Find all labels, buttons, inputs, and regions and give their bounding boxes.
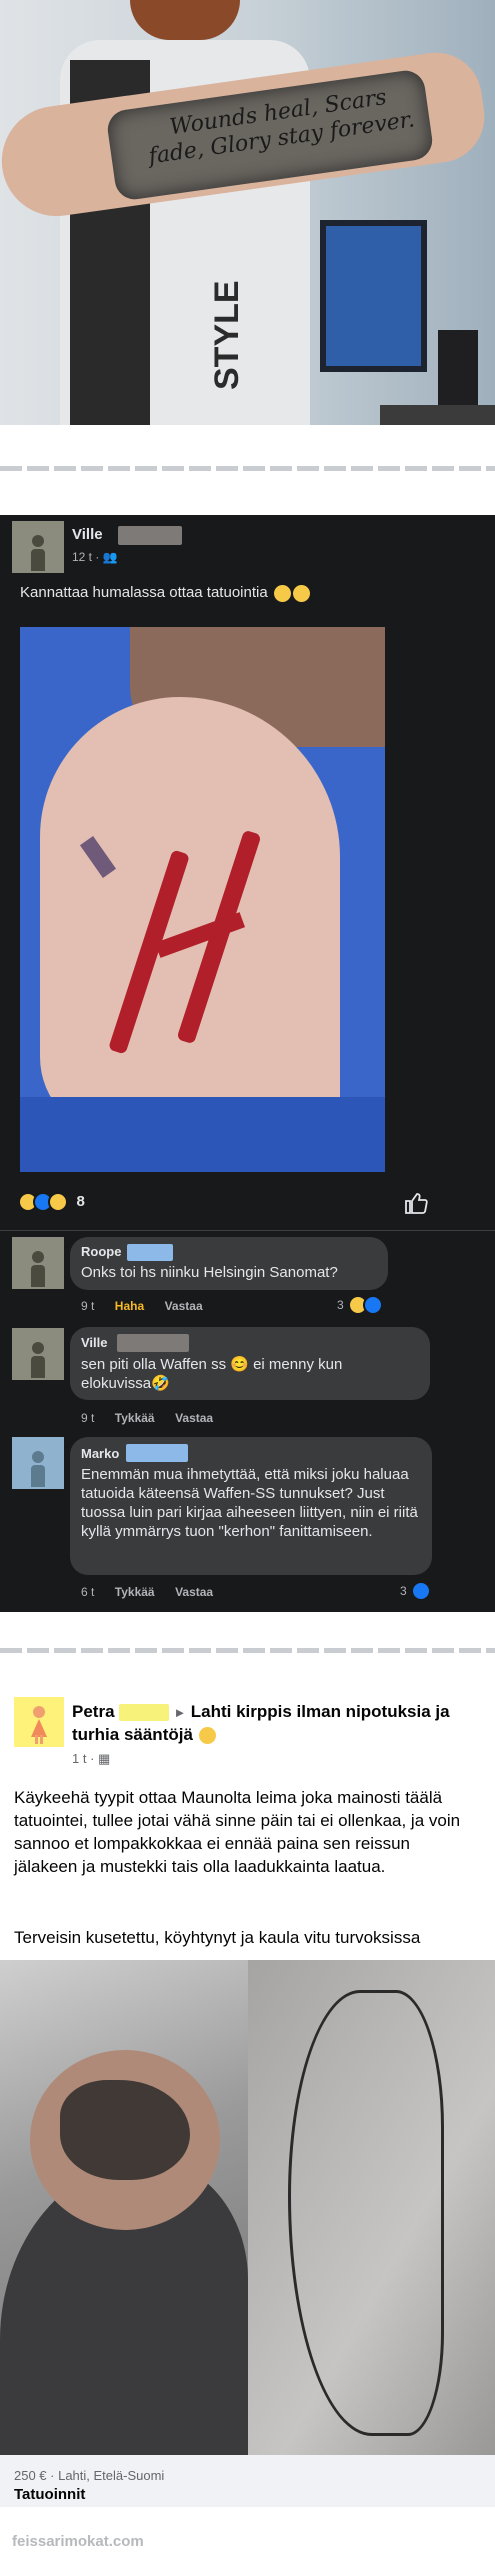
comment-time: 9 t: [81, 1411, 95, 1425]
redacted-name: [118, 526, 182, 545]
comment-time: 9 t: [81, 1299, 95, 1313]
redacted-name: [127, 1244, 173, 1261]
comment-actions: 9 t Tykkää Vastaa: [81, 1409, 213, 1427]
like-button[interactable]: Tykkää: [115, 1411, 155, 1425]
redacted-name: [126, 1444, 188, 1462]
commenter-name[interactable]: Marko: [81, 1446, 119, 1461]
comment-reactions[interactable]: 3: [400, 1581, 432, 1601]
desk: [380, 405, 495, 425]
comment-reactions[interactable]: 3: [337, 1295, 384, 1315]
marketplace-icon: · ▦: [90, 1751, 111, 1766]
post-time: 12 t · 👥: [72, 550, 118, 564]
reaction-count: 8: [76, 1193, 85, 1211]
neck-tattoo-photo[interactable]: [0, 1960, 248, 2455]
female-avatar-icon: [31, 1706, 47, 1744]
reactions-summary[interactable]: 8: [18, 1192, 85, 1212]
post-text: Käykeehä tyypit ottaa Maunolta leima jok…: [14, 1788, 461, 1876]
like-reaction-icon: [411, 1581, 432, 1601]
like-thumb-icon[interactable]: [404, 1192, 428, 1214]
commenter-name[interactable]: Ville: [81, 1335, 108, 1350]
friends-icon: · 👥: [95, 550, 118, 564]
avatar[interactable]: [12, 521, 64, 573]
emoji-icon: [292, 584, 310, 602]
comment-actions: 9 t Haha Vastaa: [81, 1297, 203, 1315]
shirt-print: STYLE: [208, 280, 246, 390]
comment-text: Onks toi hs niinku Helsingin Sanomat?: [81, 1264, 338, 1281]
redacted-name: [117, 1334, 189, 1352]
post-author-name[interactable]: Petra: [72, 1702, 115, 1721]
shoulder-skin: [40, 697, 340, 1137]
comment-actions: 6 t Tykkää Vastaa: [81, 1583, 213, 1601]
commenter-name[interactable]: Roope: [81, 1244, 121, 1259]
post-time-text: 12 t: [72, 550, 93, 564]
post-text: Terveisin kusetettu, köyhtynyt ja kaula …: [14, 1928, 421, 1947]
wow-reaction-icon: [48, 1192, 68, 1212]
post-time: 1 t · ▦: [72, 1751, 110, 1767]
blue-shirt: [20, 1097, 385, 1172]
post-text: Kannattaa humalassa ottaa tatuointia: [20, 584, 310, 602]
watermark: feissarimokat.com: [12, 2533, 144, 2550]
redacted-name: [118, 1704, 169, 1722]
reply-button[interactable]: Vastaa: [175, 1585, 213, 1599]
arrow-right-icon: ►: [173, 1705, 187, 1720]
comment-text: Enemmän mua ihmetyttää, että miksi joku …: [81, 1466, 418, 1540]
like-reaction-icon: [363, 1295, 384, 1315]
emoji-icon: [273, 584, 291, 602]
separator: [0, 466, 495, 471]
separator: [0, 1648, 495, 1653]
avatar[interactable]: [14, 1697, 64, 1747]
listing-category: Tatuoinnit: [14, 2486, 86, 2503]
price-location: 250 € · Lahti, Etelä-Suomi: [14, 2468, 165, 2483]
mp-post-header: Petra ► Lahti kirppis ilman nipotuksia j…: [72, 1701, 472, 1747]
post-photo[interactable]: [20, 627, 385, 1172]
commenter-avatar[interactable]: [12, 1437, 64, 1489]
like-button[interactable]: Tykkää: [115, 1585, 155, 1599]
post-time-text: 1 t: [72, 1751, 87, 1766]
comment-time: 6 t: [81, 1585, 95, 1599]
comment-text: sen piti olla Waffen ss 😊 ei menny kun e…: [81, 1356, 343, 1392]
comment-reaction-count: 3: [337, 1298, 344, 1313]
comment-reaction-count: 3: [400, 1584, 407, 1599]
divider: [0, 1230, 495, 1231]
computer-monitor: [320, 220, 427, 372]
commenter-avatar[interactable]: [12, 1328, 64, 1380]
wink-emoji-icon: [199, 1727, 217, 1745]
tattoo-arm-photo: STYLE Wounds heal, Scars fade, Glory sta…: [0, 0, 495, 425]
haha-button[interactable]: Haha: [115, 1299, 144, 1313]
wolf-tattoo-sketch-photo[interactable]: [248, 1960, 495, 2455]
reply-button[interactable]: Vastaa: [175, 1411, 213, 1425]
commenter-avatar[interactable]: [12, 1237, 64, 1289]
post-text-content: Kannattaa humalassa ottaa tatuointia: [20, 584, 268, 601]
reply-button[interactable]: Vastaa: [165, 1299, 203, 1313]
post-author-name[interactable]: Ville: [72, 526, 103, 543]
